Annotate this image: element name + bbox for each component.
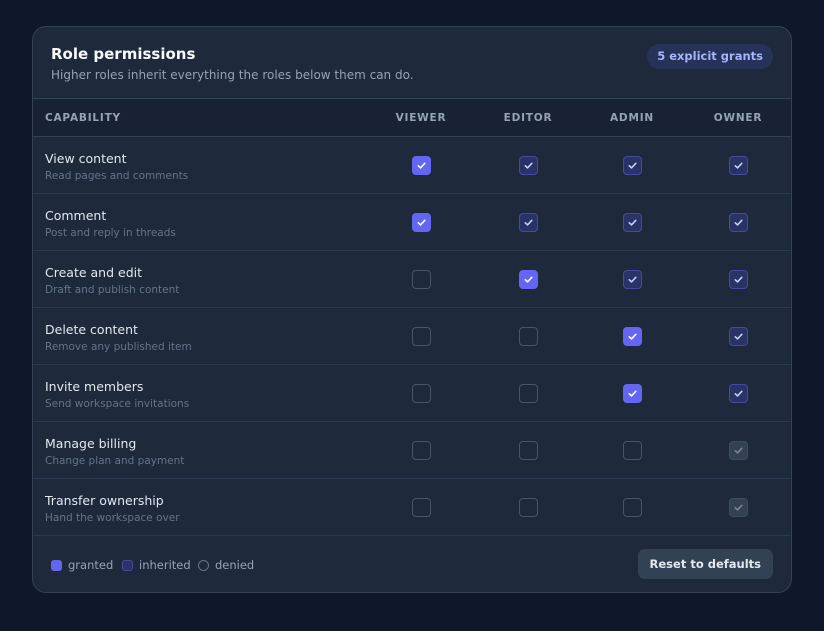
column-header-owner: Owner [713,112,763,124]
permission-checkbox-editor[interactable] [518,270,538,289]
check-icon [524,162,533,169]
check-icon [734,504,743,511]
capability-name: Invite members [45,379,144,394]
legend-inherited: inherited [122,558,191,572]
permission-row: Comment Post and reply in threads [33,194,791,251]
legend-denied-swatch [198,559,209,571]
permission-checkbox-editor[interactable] [518,441,538,460]
legend-inherited-swatch [122,559,133,571]
column-header-viewer: Viewer [395,112,447,124]
role-permissions-card: Role permissions Higher roles inherit ev… [32,26,792,593]
check-icon [734,219,743,226]
permission-row: Invite members Send workspace invitations [33,365,791,422]
column-header-admin: Admin [610,112,654,124]
permission-row: Transfer ownership Hand the workspace ove… [33,479,791,536]
permission-checkbox-owner [728,441,748,460]
capability-name: View content [45,151,127,166]
legend-granted: granted [51,558,113,572]
permission-checkbox-owner[interactable] [728,327,748,346]
legend-granted-swatch [51,559,62,571]
permission-checkbox-editor[interactable] [518,213,538,232]
permissions-table-body: View content Read pages and comments Comme… [33,137,791,536]
capability-name: Transfer ownership [45,493,164,508]
column-header-editor: Editor [503,112,553,124]
check-icon [628,333,637,340]
legend-denied: denied [198,558,254,572]
permission-checkbox-viewer[interactable] [411,384,431,403]
permission-checkbox-viewer[interactable] [411,441,431,460]
permission-checkbox-editor[interactable] [518,384,538,403]
check-icon [734,276,743,283]
permission-checkbox-viewer[interactable] [411,498,431,517]
permission-checkbox-owner[interactable] [728,156,748,175]
permission-checkbox-owner[interactable] [728,213,748,232]
check-icon [734,333,743,340]
permission-checkbox-admin[interactable] [622,384,642,403]
permission-checkbox-owner[interactable] [728,270,748,289]
permission-checkbox-editor[interactable] [518,327,538,346]
permission-row: Delete content Remove any published item [33,308,791,365]
permission-checkbox-admin[interactable] [622,213,642,232]
legend-inherited-label: inherited [139,558,191,572]
check-icon [628,219,637,226]
page-title: Role permissions [51,45,196,63]
permission-checkbox-viewer[interactable] [411,327,431,346]
capability-description: Hand the workspace over [45,512,180,524]
check-icon [524,276,533,283]
check-icon [628,390,637,397]
capability-name: Comment [45,208,107,223]
page-subtitle: Higher roles inherit everything the role… [51,68,414,82]
permission-checkbox-admin[interactable] [622,156,642,175]
capability-name: Delete content [45,322,138,337]
capability-description: Read pages and comments [45,170,189,182]
permission-checkbox-editor[interactable] [518,498,538,517]
reset-to-defaults-button[interactable]: Reset to defaults [637,549,773,579]
permission-checkbox-admin[interactable] [622,327,642,346]
permission-checkbox-admin[interactable] [622,441,642,460]
check-icon [734,162,743,169]
check-icon [524,219,533,226]
legend-granted-label: granted [68,558,114,572]
permission-row: Manage billing Change plan and payment [33,422,791,479]
permission-checkbox-viewer[interactable] [411,213,431,232]
check-icon [628,162,637,169]
legend-denied-label: denied [215,558,255,572]
check-icon [628,276,637,283]
column-header-capability: Capability [45,112,121,124]
permission-checkbox-admin[interactable] [622,270,642,289]
check-icon [417,162,426,169]
permission-checkbox-editor[interactable] [518,156,538,175]
capability-description: Change plan and payment [45,455,185,467]
card-footer: granted inherited denied Reset to defaul… [33,536,791,592]
capability-description: Post and reply in threads [45,227,176,239]
permission-row: Create and edit Draft and publish content [33,251,791,308]
permission-checkbox-admin[interactable] [622,498,642,517]
check-icon [734,390,743,397]
permission-row: View content Read pages and comments [33,137,791,194]
permission-checkbox-owner[interactable] [728,384,748,403]
table-header: Capability Viewer Editor Admin Owner [33,99,791,137]
capability-name: Manage billing [45,436,137,451]
permission-checkbox-owner [728,498,748,517]
explicit-grants-badge: 5 explicit grants [647,44,773,69]
permission-checkbox-viewer[interactable] [411,270,431,289]
card-header: Role permissions Higher roles inherit ev… [33,27,791,99]
capability-description: Send workspace invitations [45,398,190,410]
capability-description: Remove any published item [45,341,192,353]
permission-checkbox-viewer[interactable] [411,156,431,175]
capability-name: Create and edit [45,265,142,280]
check-icon [417,219,426,226]
capability-description: Draft and publish content [45,284,180,296]
check-icon [734,447,743,454]
